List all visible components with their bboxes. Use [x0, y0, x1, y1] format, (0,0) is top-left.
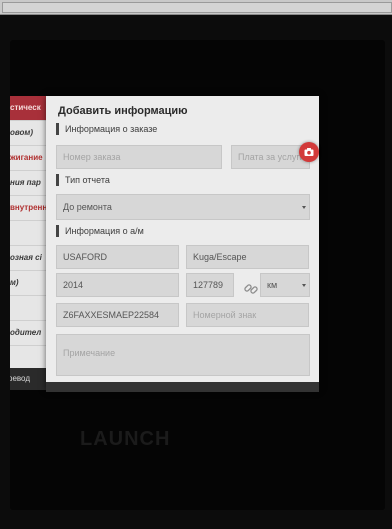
unit-value: км: [267, 280, 278, 290]
report-type-select[interactable]: До ремонта: [56, 194, 310, 220]
left-row: стическ: [10, 96, 50, 121]
translate-label: ревод: [10, 374, 30, 383]
left-row[interactable]: [10, 221, 50, 246]
top-bar: [0, 0, 392, 15]
left-row[interactable]: [10, 296, 50, 321]
add-info-dialog: Добавить информацию Информация о заказе …: [46, 96, 319, 390]
mileage-input[interactable]: 127789: [186, 273, 234, 297]
device-brand-logo: LAUNCH: [80, 428, 171, 450]
vin-input[interactable]: Z6FAXXESMAEP22584: [56, 303, 179, 327]
service-fee-input[interactable]: Плата за услуги: [231, 145, 310, 169]
translate-button[interactable]: ревод: [10, 368, 50, 390]
dialog-bottom-bar: [46, 382, 319, 392]
order-number-input[interactable]: Номер заказа: [56, 145, 222, 169]
camera-button[interactable]: [299, 142, 319, 162]
left-row[interactable]: овом): [10, 121, 50, 146]
license-plate-input[interactable]: Номерной знак: [186, 303, 309, 327]
order-info-section: Информация о заказе: [56, 123, 157, 135]
left-row[interactable]: жигание: [10, 146, 50, 171]
chevron-down-icon: [302, 284, 306, 287]
left-row[interactable]: м): [10, 271, 50, 296]
top-bar-inner: [2, 2, 392, 13]
report-type-value: До ремонта: [63, 202, 112, 212]
left-row[interactable]: озная сі: [10, 246, 50, 271]
vehicle-info-section: Информация о а/м: [56, 225, 144, 237]
report-type-section: Тип отчета: [56, 174, 110, 186]
model-input[interactable]: Kuga/Escape: [186, 245, 309, 269]
note-textarea[interactable]: Примечание: [56, 334, 310, 376]
left-row[interactable]: внутренн: [10, 196, 50, 221]
unit-select[interactable]: км: [260, 273, 310, 297]
link-icon[interactable]: [242, 280, 260, 298]
camera-icon: [304, 148, 314, 156]
left-row[interactable]: ния пар: [10, 171, 50, 196]
background-app-panel: стическ овом) жигание ния пар внутренн о…: [10, 96, 50, 388]
chevron-down-icon: [302, 206, 306, 209]
make-input[interactable]: USAFORD: [56, 245, 179, 269]
dialog-title: Добавить информацию: [58, 105, 188, 117]
left-row[interactable]: одител: [10, 321, 50, 346]
year-input[interactable]: 2014: [56, 273, 179, 297]
